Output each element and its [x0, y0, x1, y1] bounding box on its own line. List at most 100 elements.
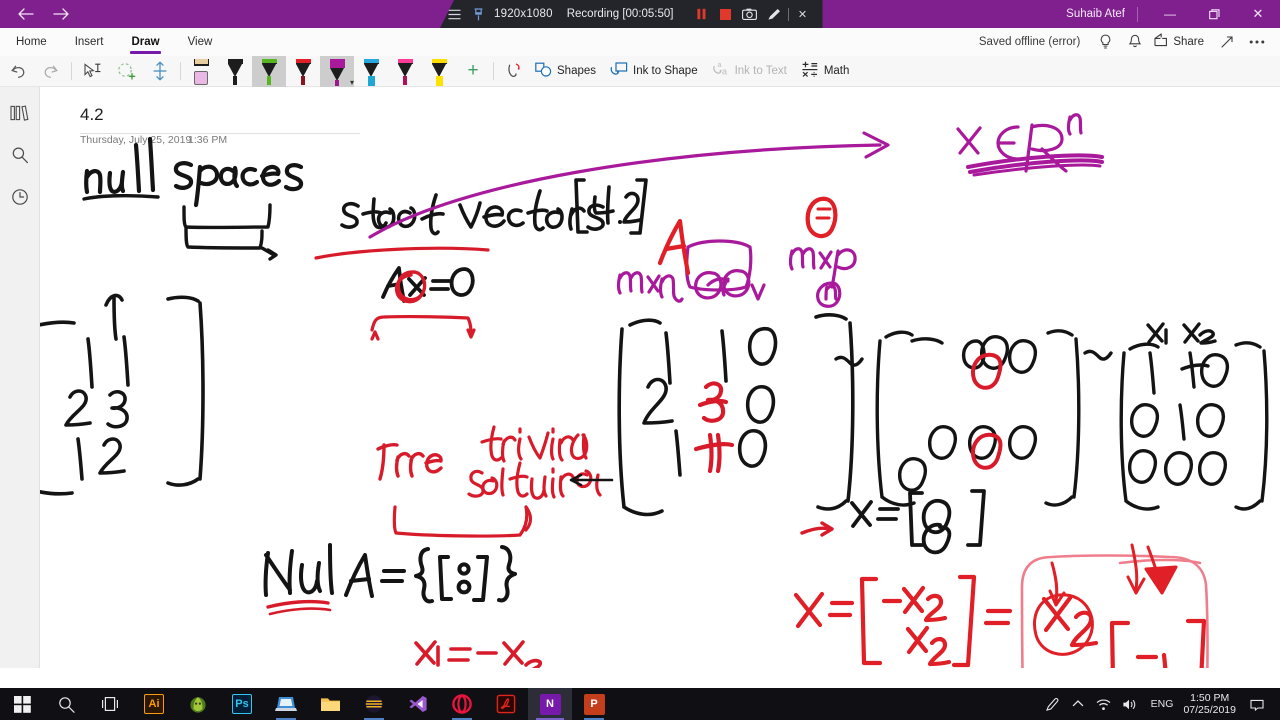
ink-final-equation — [793, 574, 1207, 668]
taskbar-app-adobe-acrobat[interactable] — [484, 688, 528, 720]
taskbar-app-photoshop[interactable]: Ps — [220, 688, 264, 720]
ink-matrix-far-right — [1083, 322, 1269, 511]
ink-to-text-icon: aa — [712, 62, 730, 81]
ink-red-underline-nula-2 — [268, 607, 332, 616]
pin-icon[interactable] — [466, 0, 490, 28]
pen-eraser[interactable] — [184, 56, 218, 87]
pen-green[interactable] — [252, 55, 286, 87]
pen-palette: ▾ — [184, 55, 456, 87]
highlighter-yellow[interactable] — [422, 56, 456, 87]
minimize-button[interactable]: — — [1148, 0, 1192, 28]
camera-icon[interactable] — [738, 0, 762, 28]
clock-and-date[interactable]: 1:50 PM 07/25/2019 — [1181, 692, 1244, 716]
stop-recording-button[interactable] — [714, 0, 738, 28]
hl-tip-cyan — [367, 75, 375, 86]
math-button[interactable]: Math — [797, 56, 860, 87]
screen-recorder-toolbar: 1920x1080 Recording [00:05:50] ✕ — [440, 0, 823, 28]
action-center-icon[interactable] — [1244, 688, 1270, 720]
lightbulb-icon[interactable] — [1090, 28, 1120, 56]
tab-insert[interactable]: Insert — [75, 28, 104, 56]
draw-pointer-icon[interactable] — [497, 56, 531, 87]
android-studio-icon — [190, 697, 206, 713]
ink-to-shape-button[interactable]: Ink to Shape — [606, 56, 708, 87]
capture-resolution: 1920x1080 — [494, 8, 553, 20]
expand-diagonal-icon[interactable] — [1212, 28, 1242, 56]
taskbar-app-onenote[interactable]: N — [528, 688, 572, 720]
folder-icon — [320, 698, 340, 711]
ellipsis-icon[interactable] — [1242, 28, 1272, 56]
ink-red-A-and-zero — [657, 196, 838, 276]
bell-icon[interactable] — [1120, 28, 1150, 56]
maximize-restore-button[interactable] — [1192, 0, 1236, 28]
select-ink-icon[interactable] — [75, 56, 109, 87]
dark-reader-icon — [365, 695, 383, 713]
ink-red-underline-vectors — [314, 246, 490, 260]
highlighter-cyan[interactable] — [354, 56, 388, 87]
windows-start-icon[interactable] — [0, 688, 44, 720]
share-button[interactable]: Share — [1150, 33, 1212, 50]
lasso-select-icon[interactable] — [109, 56, 143, 87]
taskbar-app-dark-reader[interactable] — [352, 688, 396, 720]
task-view-icon[interactable] — [88, 688, 132, 720]
pen-black[interactable] — [218, 56, 252, 87]
back-arrow-icon[interactable] — [10, 2, 40, 26]
redo-icon[interactable] — [34, 56, 68, 87]
taskbar-app-file-explorer[interactable] — [308, 688, 352, 720]
search-icon[interactable] — [4, 141, 36, 169]
window-controls: — ✕ — [1148, 0, 1280, 28]
titlebar-divider — [1137, 6, 1138, 22]
ink-matrix-A-left — [40, 293, 205, 496]
taskbar-app-adobe-illustrator[interactable]: Ai — [132, 688, 176, 720]
volume-icon[interactable] — [1117, 688, 1143, 720]
note-canvas[interactable]: 4.2 Thursday, July 25, 2019 1:36 PM — [40, 87, 1280, 668]
account-name[interactable]: Suhaib Atef — [1066, 8, 1135, 20]
network-icon[interactable] — [1091, 688, 1117, 720]
tab-draw[interactable]: Draw — [130, 28, 161, 56]
pen-tip-red — [301, 75, 305, 85]
shapes-button[interactable]: Shapes — [531, 56, 606, 87]
pen-pink[interactable] — [388, 56, 422, 87]
pause-recording-button[interactable] — [690, 0, 714, 28]
tray-pen-icon[interactable] — [1039, 688, 1065, 720]
pen-tip-green — [267, 75, 271, 85]
pen-red[interactable] — [286, 56, 320, 87]
show-hidden-icons-icon[interactable] — [1065, 688, 1091, 720]
eraser-rubber — [194, 70, 208, 85]
math-label: Math — [823, 65, 850, 77]
taskbar-app-powerpoint[interactable]: P — [572, 688, 616, 720]
taskbar-app-opera[interactable] — [440, 688, 484, 720]
ink-red-arrow-to-x — [800, 521, 834, 537]
taskbar-app-android-studio[interactable] — [176, 688, 220, 720]
shapes-icon — [535, 62, 552, 81]
tab-view[interactable]: View — [188, 28, 213, 56]
pencil-icon[interactable] — [762, 0, 786, 28]
ink-to-text-label: Ink to Text — [734, 65, 787, 77]
math-icon — [801, 61, 819, 81]
draw-toolbar: ▾ + Shapes Ink to Shape a a Ink to Text … — [0, 55, 1280, 87]
opera-icon — [452, 694, 472, 714]
remote-desktop-icon — [275, 697, 297, 711]
input-language[interactable]: ENG — [1143, 698, 1182, 710]
add-pen-button[interactable]: + — [456, 56, 490, 87]
taskbar-app-remote-desktop[interactable] — [264, 688, 308, 720]
ink-matrix-third — [834, 329, 1081, 507]
ribbon-right-group: Saved offline (error) Share — [979, 28, 1280, 56]
vscode-icon — [409, 696, 427, 712]
pen-band-red — [295, 58, 311, 63]
recent-clock-icon[interactable] — [4, 183, 36, 211]
undo-icon[interactable] — [0, 56, 34, 87]
close-button[interactable]: ✕ — [1236, 0, 1280, 28]
taskbar-app-visual-studio-code[interactable] — [396, 688, 440, 720]
tab-home[interactable]: Home — [16, 28, 47, 56]
ink-to-text-button: aa Ink to Text — [708, 56, 797, 87]
share-label: Share — [1173, 35, 1204, 48]
ink-to-shape-label: Ink to Shape — [633, 65, 698, 77]
close-recorder-button[interactable]: ✕ — [791, 0, 815, 28]
clock-time: 1:50 PM — [1190, 692, 1230, 704]
taskbar-search-icon[interactable] — [44, 688, 88, 720]
ruler-icon[interactable] — [143, 56, 177, 87]
pen-magenta[interactable]: ▾ — [320, 55, 354, 87]
show-desktop-strip[interactable] — [1270, 688, 1276, 720]
notebooks-icon[interactable] — [4, 99, 36, 127]
forward-arrow-icon[interactable] — [46, 2, 76, 26]
